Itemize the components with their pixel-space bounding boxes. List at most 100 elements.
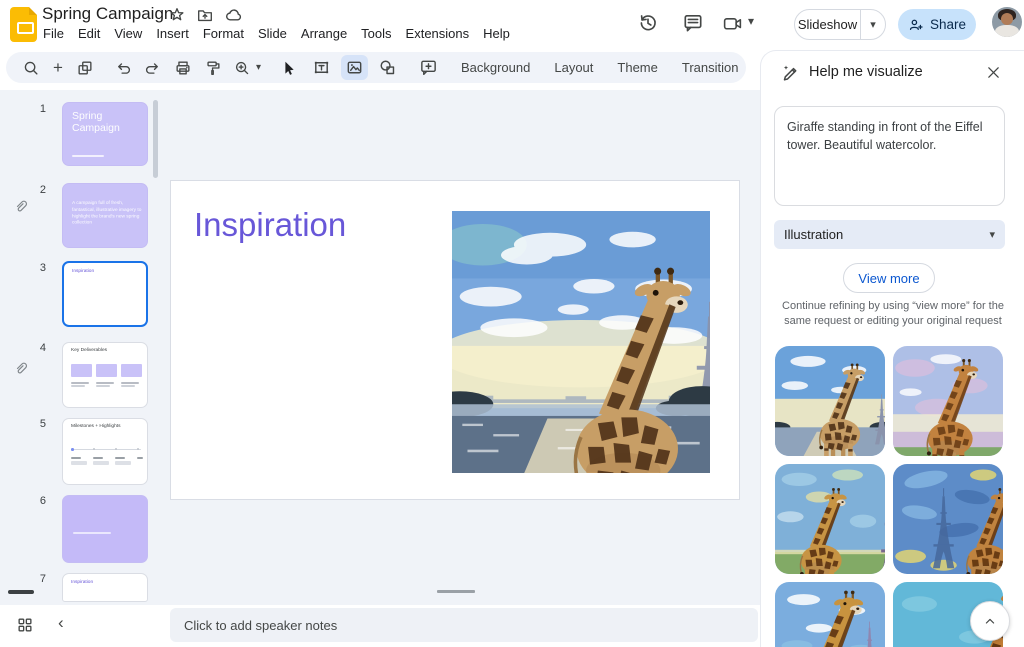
- slide-thumbnail-5[interactable]: Milestones + Highlights: [62, 418, 148, 485]
- zoom-icon[interactable]: [228, 59, 256, 77]
- theme-button[interactable]: Theme: [609, 56, 665, 79]
- star-icon[interactable]: [168, 6, 186, 24]
- slide-number: 1: [30, 103, 46, 115]
- slide-thumbnail-2[interactable]: A campaign full of fresh, fantastical, i…: [62, 183, 148, 248]
- slide-thumbnail-6[interactable]: [62, 495, 148, 563]
- slide-thumbnail-7[interactable]: Inspiration: [62, 573, 148, 602]
- milestone-text-bar: [93, 461, 109, 465]
- meet-caret-icon[interactable]: ▾: [748, 14, 754, 28]
- speaker-notes-box[interactable]: Click to add speaker notes: [170, 608, 758, 642]
- meet-camera-icon[interactable]: [722, 13, 743, 34]
- slide-number: 2: [30, 184, 46, 196]
- menu-file[interactable]: File: [36, 24, 71, 43]
- avatar[interactable]: [992, 7, 1022, 37]
- logo-glyph: [17, 22, 34, 34]
- milestone-text-bar: [115, 457, 125, 459]
- dropdown-caret-icon: ▾: [989, 228, 995, 241]
- thumb-caption-bar: [96, 385, 110, 387]
- slide-canvas[interactable]: Inspiration: [170, 180, 740, 500]
- slide-thumbnail-1[interactable]: Spring Campaign: [62, 102, 148, 166]
- insert-image-icon[interactable]: [341, 55, 368, 80]
- menu-edit[interactable]: Edit: [71, 24, 107, 43]
- paint-format-icon[interactable]: [198, 59, 228, 77]
- menu-tools[interactable]: Tools: [354, 24, 398, 43]
- thumb-caption-bar: [121, 385, 135, 387]
- logo-fold: [29, 7, 37, 15]
- slide-title-text[interactable]: Inspiration: [194, 206, 346, 244]
- canvas-resize-handle[interactable]: [437, 590, 475, 593]
- transition-button[interactable]: Transition: [674, 56, 747, 79]
- slide-thumbnail-3[interactable]: Inspiration: [62, 261, 148, 327]
- move-folder-icon[interactable]: [196, 6, 214, 24]
- generated-image-1[interactable]: [775, 346, 885, 456]
- panel-title: Help me visualize: [809, 64, 923, 80]
- slide-thumbnail-4[interactable]: Key Deliverables: [62, 342, 148, 408]
- menu-slide[interactable]: Slide: [251, 24, 294, 43]
- timeline-dot: [115, 448, 117, 450]
- google-slides-app: Spring Campaign File Edit View Insert Fo…: [0, 0, 1024, 647]
- grid-view-icon[interactable]: [16, 616, 34, 634]
- help-me-visualize-panel: Help me visualize Giraffe standing in fr…: [760, 50, 1024, 647]
- thumb-title: Spring Campaign: [72, 110, 130, 134]
- milestone-text-bar: [71, 457, 81, 459]
- bottom-bar: ‹ Click to add speaker notes: [0, 605, 760, 647]
- search-menus-icon[interactable]: [16, 59, 46, 77]
- slideshow-label: Slideshow: [795, 17, 860, 32]
- paperclip-icon: [14, 360, 30, 376]
- share-button[interactable]: Share: [898, 9, 976, 40]
- filmstrip-scrollbar[interactable]: [153, 100, 158, 178]
- generated-image-3[interactable]: [775, 464, 885, 574]
- slide-number: 7: [30, 573, 46, 585]
- text-box-icon[interactable]: [305, 58, 338, 77]
- menu-view[interactable]: View: [107, 24, 149, 43]
- insert-shape-icon[interactable]: [371, 58, 404, 77]
- slide-number: 6: [30, 495, 46, 507]
- thumb-subtitle-bar: [72, 155, 104, 157]
- undo-icon[interactable]: [108, 59, 138, 77]
- layout-button[interactable]: Layout: [546, 56, 601, 79]
- slideshow-caret-icon[interactable]: ▾: [861, 18, 885, 31]
- style-selected: Illustration: [784, 227, 989, 242]
- top-bar: Spring Campaign File Edit View Insert Fo…: [0, 0, 1024, 50]
- collapse-filmstrip-icon[interactable]: ‹: [58, 613, 64, 633]
- chevron-up-icon: [982, 613, 998, 629]
- menu-help[interactable]: Help: [476, 24, 517, 43]
- print-icon[interactable]: [168, 59, 198, 77]
- refine-caption: Continue refining by using “view more” f…: [775, 299, 1011, 330]
- prompt-input[interactable]: Giraffe standing in front of the Eiffel …: [774, 106, 1005, 206]
- style-dropdown[interactable]: Illustration ▾: [774, 220, 1005, 249]
- duplicate-icon[interactable]: [70, 59, 100, 77]
- insert-comment-icon[interactable]: [412, 58, 445, 77]
- cloud-status-icon[interactable]: [224, 6, 243, 25]
- filmstrip: 1 Spring Campaign 2 A campaign full of f…: [0, 90, 165, 605]
- menu-arrange[interactable]: Arrange: [294, 24, 354, 43]
- slides-logo[interactable]: [10, 7, 37, 42]
- redo-icon[interactable]: [138, 59, 168, 77]
- new-slide-icon[interactable]: +: [46, 59, 70, 76]
- menu-format[interactable]: Format: [196, 24, 251, 43]
- thumb-box: [71, 364, 92, 377]
- generated-image-5[interactable]: [775, 582, 885, 647]
- menu-extensions[interactable]: Extensions: [399, 24, 477, 43]
- version-history-icon[interactable]: [637, 12, 659, 34]
- view-more-button[interactable]: View more: [843, 263, 935, 293]
- toolbar-pill: + ▾ Background Layout Theme Transition ⋮: [6, 52, 746, 83]
- slideshow-button[interactable]: Slideshow ▾: [794, 9, 886, 40]
- menu-bar: File Edit View Insert Format Slide Arran…: [36, 24, 517, 43]
- share-label: Share: [930, 17, 966, 32]
- background-button[interactable]: Background: [453, 56, 538, 79]
- scroll-top-button[interactable]: [970, 601, 1010, 641]
- filmstrip-bottom-dash: [8, 590, 34, 594]
- slide-number: 5: [30, 418, 46, 430]
- slide-image[interactable]: [452, 211, 710, 473]
- zoom-caret-icon[interactable]: ▾: [256, 62, 265, 73]
- magic-pencil-icon: [781, 63, 801, 83]
- comments-icon[interactable]: [682, 12, 704, 34]
- select-cursor-icon[interactable]: [273, 59, 305, 77]
- generated-image-4[interactable]: [893, 464, 1003, 574]
- close-icon[interactable]: [985, 64, 1002, 81]
- menu-insert[interactable]: Insert: [149, 24, 196, 43]
- doc-title[interactable]: Spring Campaign: [42, 4, 173, 24]
- generated-image-2[interactable]: [893, 346, 1003, 456]
- milestone-text-bar: [137, 457, 143, 459]
